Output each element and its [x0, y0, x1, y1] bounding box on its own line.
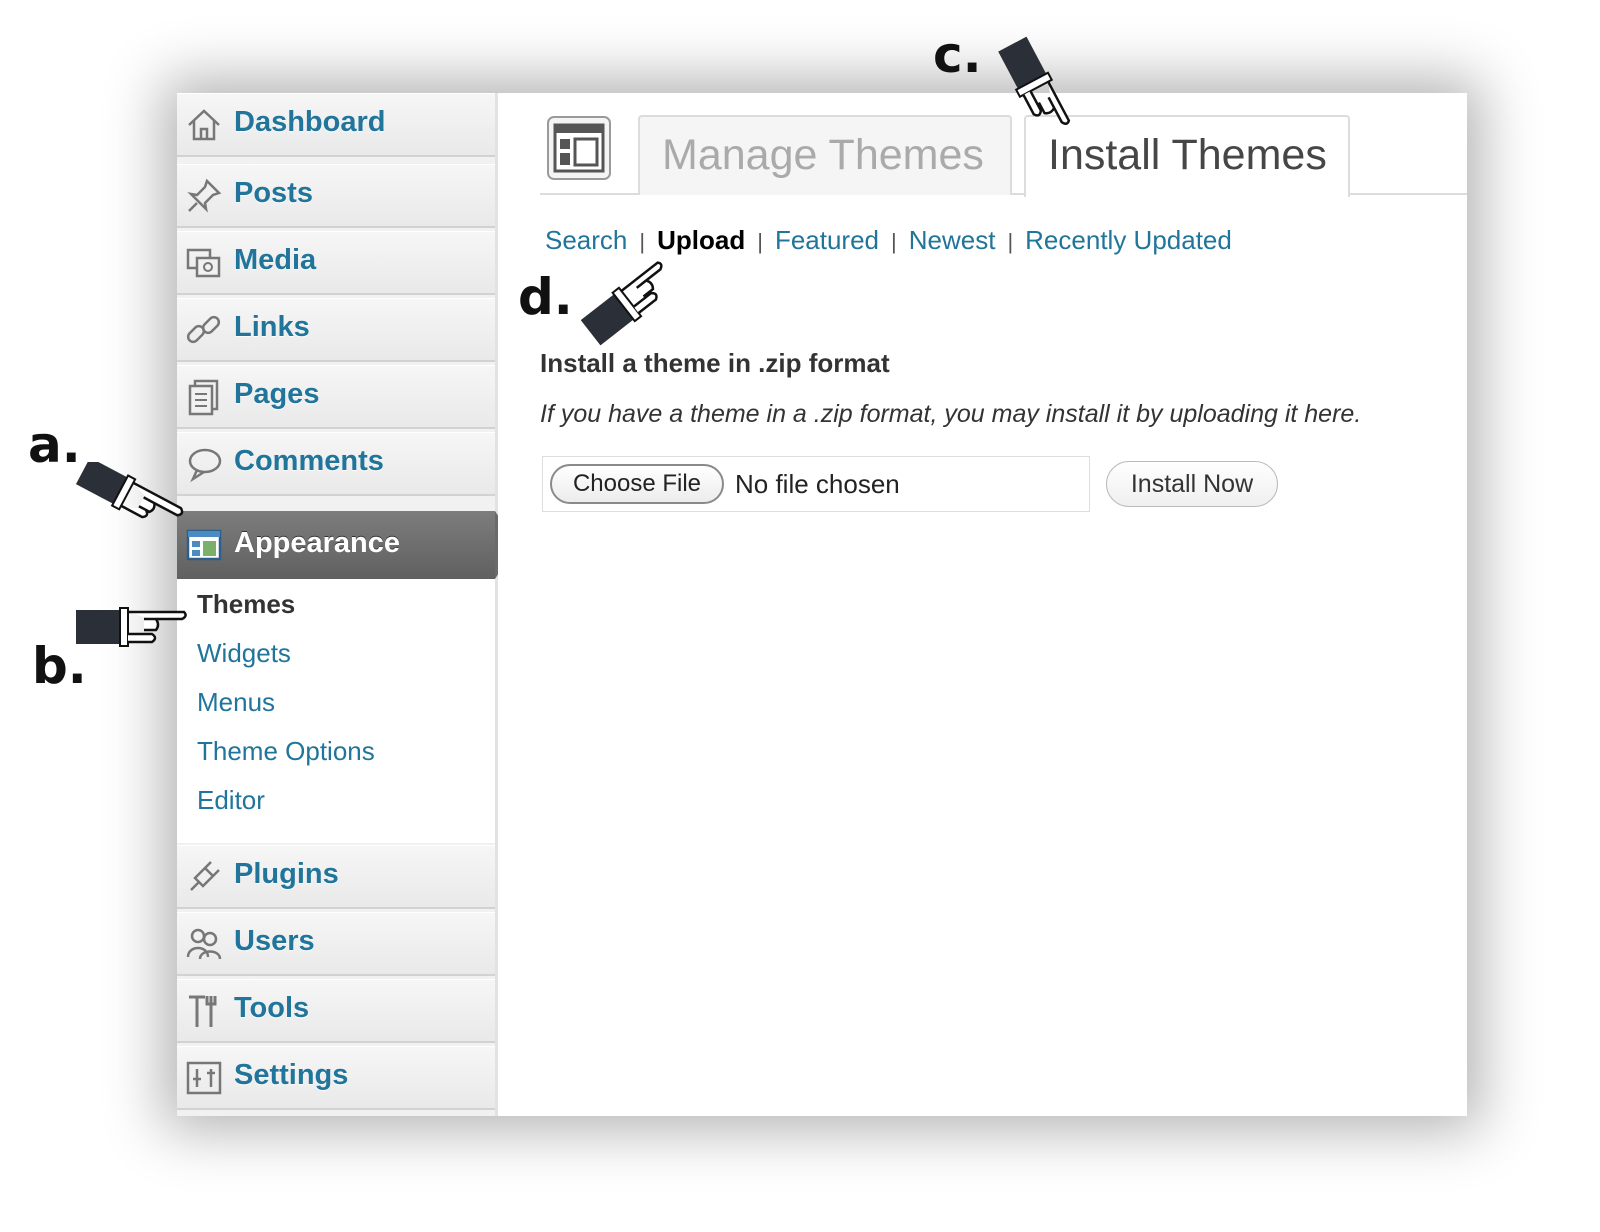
wp-admin-window: Dashboard Posts Media Links Pages Commen…	[177, 93, 1467, 1116]
pointing-hand-icon	[998, 36, 1071, 125]
install-subnav: Search | Upload | Featured | Newest | Recently U…	[545, 225, 1232, 256]
sidebar-item-label: Settings	[234, 1059, 349, 1091]
tools-icon	[189, 995, 217, 1027]
subnav-separator: |	[891, 229, 897, 254]
subnav-separator: |	[639, 229, 646, 254]
sidebar-item-posts[interactable]: Posts	[177, 164, 495, 228]
subnav-newest[interactable]: Newest	[909, 225, 996, 255]
pointing-hand-icon	[580, 261, 663, 346]
sidebar-item-label: Users	[234, 925, 315, 957]
subnav-featured[interactable]: Featured	[775, 225, 879, 255]
sidebar-item-dashboard[interactable]: Dashboard	[177, 93, 495, 157]
sidebar-item-label: Comments	[234, 445, 384, 477]
sidebar-item-tools[interactable]: Tools	[177, 979, 495, 1043]
sidebar-item-label: Pages	[234, 378, 320, 410]
submenu-item-menus[interactable]: Menus	[197, 687, 275, 718]
themes-screen-icon	[547, 116, 611, 180]
submenu-item-widgets[interactable]: Widgets	[197, 638, 291, 669]
main-content: Manage Themes Install Themes Search | Uplo…	[498, 93, 1467, 1116]
tab-label: Manage Themes	[662, 131, 984, 179]
sidebar-item-label: Plugins	[234, 858, 339, 890]
no-file-label: No file chosen	[735, 469, 900, 499]
plugin-icon	[190, 861, 220, 891]
appearance-submenu: Themes Widgets Menus Theme Options Edito…	[177, 579, 495, 843]
submenu-item-themes[interactable]: Themes	[197, 589, 295, 620]
submenu-item-theme-options[interactable]: Theme Options	[197, 736, 375, 767]
annotation-c: c.	[933, 26, 982, 84]
admin-sidebar: Dashboard Posts Media Links Pages Commen…	[177, 93, 517, 1116]
pages-icon	[188, 379, 219, 416]
sidebar-item-plugins[interactable]: Plugins	[177, 845, 495, 909]
pointing-hand-icon	[75, 462, 184, 519]
subnav-separator: |	[1007, 229, 1014, 254]
sidebar-item-users[interactable]: Users	[177, 912, 495, 976]
sidebar-item-settings[interactable]: Settings	[177, 1046, 495, 1110]
subnav-recently-updated[interactable]: Recently Updated	[1025, 225, 1232, 255]
users-icon	[186, 928, 222, 960]
pin-icon	[187, 178, 222, 213]
settings-icon	[186, 1061, 222, 1095]
theme-file-input[interactable]: Choose File No file chosen	[542, 456, 1090, 512]
tab-manage-themes[interactable]: Manage Themes	[638, 115, 1012, 195]
sidebar-item-pages[interactable]: Pages	[177, 365, 495, 429]
sidebar-item-label: Appearance	[234, 527, 401, 559]
install-now-button[interactable]: Install Now	[1106, 461, 1278, 507]
media-icon	[186, 248, 221, 278]
tab-label: Install Themes	[1048, 131, 1327, 179]
sidebar-item-links[interactable]: Links	[177, 298, 495, 362]
link-icon	[186, 315, 221, 344]
upload-description: If you have a theme in a .zip format, yo…	[540, 400, 1362, 428]
sidebar-item-label: Posts	[234, 177, 313, 209]
sidebar-item-label: Tools	[234, 992, 310, 1024]
home-icon	[188, 109, 220, 141]
subnav-upload[interactable]: Upload	[657, 225, 745, 255]
pointing-hand-icon	[76, 607, 187, 647]
subnav-separator: |	[757, 229, 763, 254]
annotation-d: d.	[518, 268, 573, 326]
sidebar-item-comments[interactable]: Comments	[177, 432, 495, 496]
sidebar-item-label: Dashboard	[234, 106, 386, 138]
subnav-search[interactable]: Search	[545, 225, 627, 255]
sidebar-item-label: Links	[234, 311, 310, 343]
sidebar-item-appearance[interactable]: Appearance	[177, 511, 495, 579]
sidebar-item-media[interactable]: Media	[177, 231, 495, 295]
upload-heading: Install a theme in .zip format	[540, 348, 890, 378]
choose-file-button[interactable]: Choose File	[550, 464, 724, 504]
submenu-item-editor[interactable]: Editor	[197, 785, 265, 816]
sidebar-item-label: Media	[234, 244, 317, 276]
